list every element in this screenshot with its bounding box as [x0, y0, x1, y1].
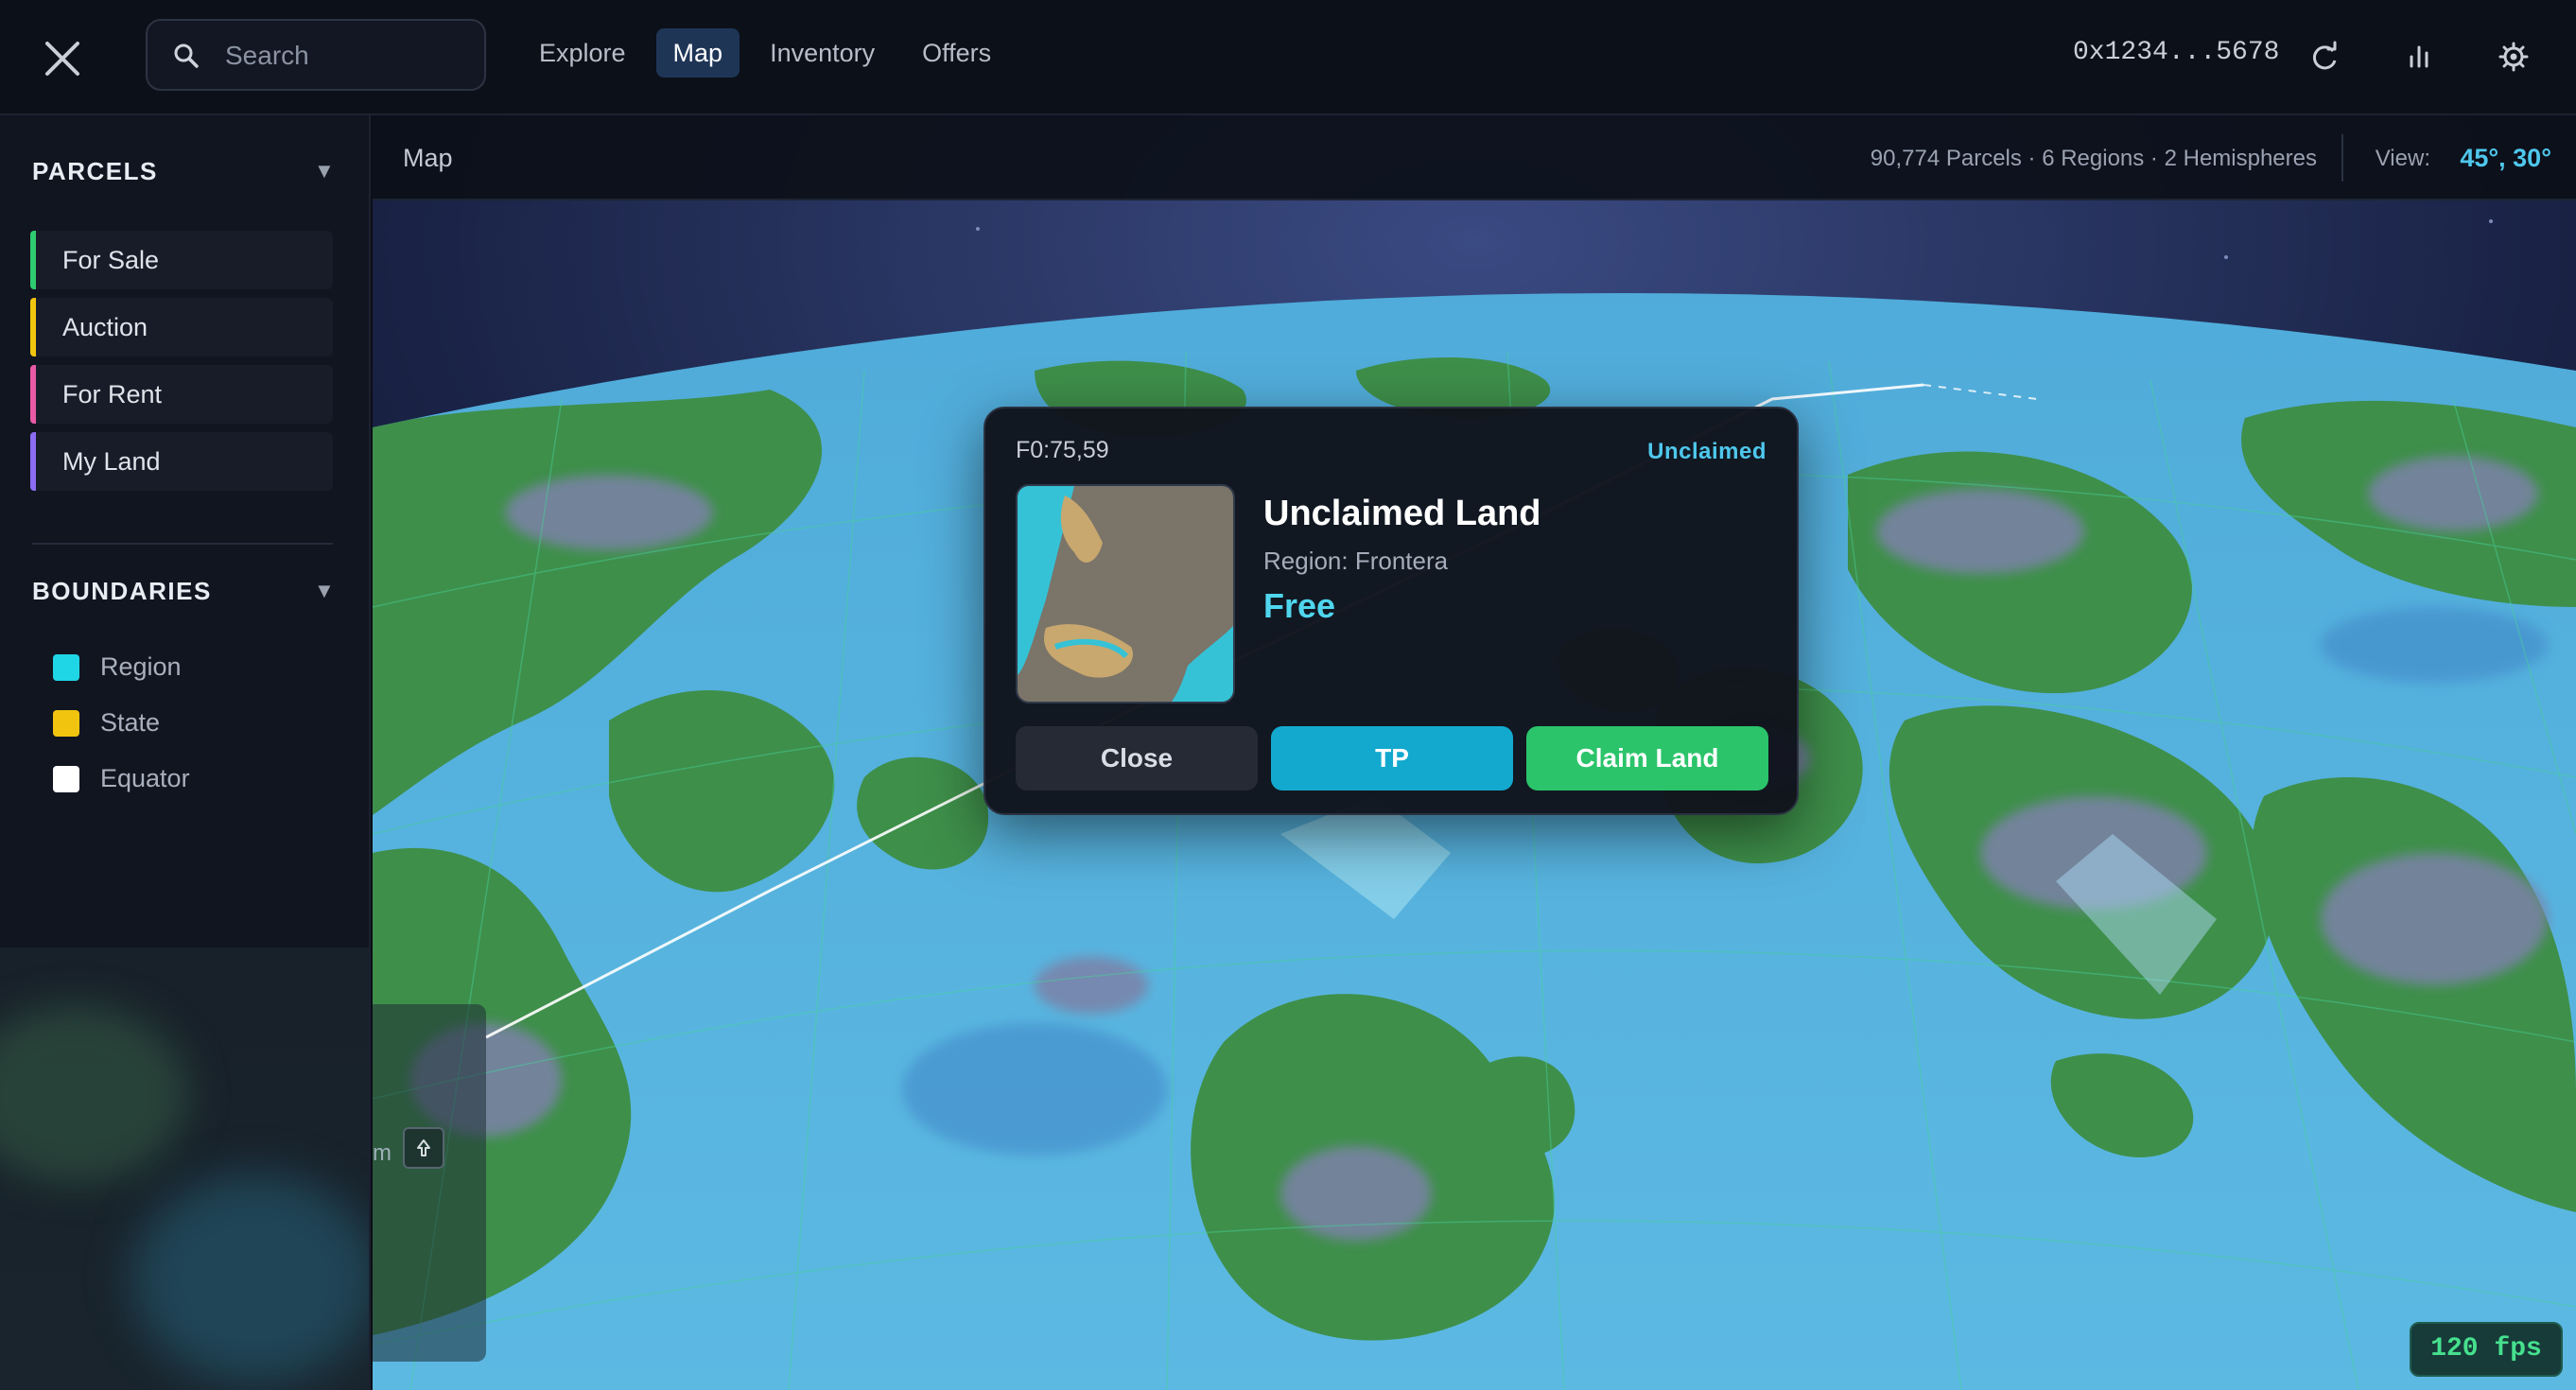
- sidebar: PARCELS ▼ For Sale Auction For Rent My L…: [0, 115, 371, 1390]
- filter-label: For Rent: [62, 380, 163, 408]
- boundary-label: State: [100, 708, 161, 737]
- chevron-down-icon[interactable]: ▼: [314, 579, 335, 603]
- color-swatch: [53, 710, 79, 737]
- parcel-region: Region: Frontera: [1263, 547, 1449, 575]
- claim-land-button[interactable]: Claim Land: [1526, 726, 1768, 791]
- tab-explore[interactable]: Explore: [522, 28, 643, 78]
- divider: [2341, 134, 2343, 182]
- minimap-panel: m: [373, 1004, 486, 1362]
- filter-label: Auction: [62, 313, 148, 341]
- parcel-coordinates: F0:75,59: [1016, 437, 1109, 463]
- filter-label: My Land: [62, 447, 161, 476]
- color-swatch: [53, 654, 79, 681]
- parcels-heading: PARCELS: [32, 157, 158, 185]
- boundaries-heading: BOUNDARIES: [32, 577, 212, 605]
- boundary-label: Region: [100, 652, 182, 681]
- main-nav: Explore Map Inventory Offers: [522, 28, 1008, 78]
- search-input[interactable]: [223, 21, 473, 91]
- view-angle[interactable]: 45°, 30°: [2460, 144, 2551, 173]
- wallet-address[interactable]: 0x1234...5678: [2073, 38, 2279, 67]
- tab-inventory[interactable]: Inventory: [753, 28, 892, 78]
- filter-for-sale[interactable]: For Sale: [30, 231, 333, 289]
- filter-auction[interactable]: Auction: [30, 298, 333, 356]
- color-indicator: [30, 231, 36, 289]
- parcel-price: Free: [1263, 586, 1336, 625]
- close-button[interactable]: Close: [1016, 726, 1258, 791]
- map-title: Map: [403, 144, 453, 172]
- filter-for-rent[interactable]: For Rent: [30, 365, 333, 424]
- blurred-backdrop: [0, 947, 369, 1390]
- chevron-down-icon[interactable]: ▼: [314, 159, 335, 183]
- divider: [32, 543, 333, 545]
- color-indicator: [30, 432, 36, 491]
- boundary-label: Equator: [100, 764, 190, 792]
- tab-map[interactable]: Map: [655, 28, 740, 78]
- status-badge: Unclaimed: [1647, 439, 1767, 464]
- parcel-title: Unclaimed Land: [1263, 494, 1541, 533]
- top-bar: Explore Map Inventory Offers 0x1234...56…: [0, 0, 2576, 115]
- parcel-thumbnail: [1016, 484, 1235, 704]
- filter-my-land[interactable]: My Land: [30, 432, 333, 491]
- map-stats: 90,774 Parcels · 6 Regions · 2 Hemispher…: [1870, 146, 2317, 171]
- search-box: [146, 19, 486, 91]
- refresh-icon[interactable]: [2306, 38, 2343, 76]
- teleport-button[interactable]: TP: [1271, 726, 1513, 791]
- stats-icon[interactable]: [2400, 38, 2438, 76]
- view-label: View:: [2375, 146, 2430, 171]
- search-icon: [174, 43, 199, 68]
- recenter-button[interactable]: [403, 1127, 444, 1169]
- tab-offers[interactable]: Offers: [905, 28, 1008, 78]
- compass-icon: [417, 1139, 430, 1156]
- color-indicator: [30, 365, 36, 424]
- settings-icon[interactable]: [2495, 38, 2532, 76]
- color-indicator: [30, 298, 36, 356]
- filter-label: For Sale: [62, 246, 160, 274]
- fps-counter: 120 fps: [2410, 1322, 2563, 1377]
- parcel-popup: F0:75,59 Unclaimed Unclaimed Land Region…: [983, 407, 1799, 815]
- close-icon[interactable]: [38, 34, 87, 83]
- minimap-label: m: [373, 1140, 392, 1166]
- color-swatch: [53, 766, 79, 792]
- map-header: Map 90,774 Parcels · 6 Regions · 2 Hemis…: [373, 115, 2576, 200]
